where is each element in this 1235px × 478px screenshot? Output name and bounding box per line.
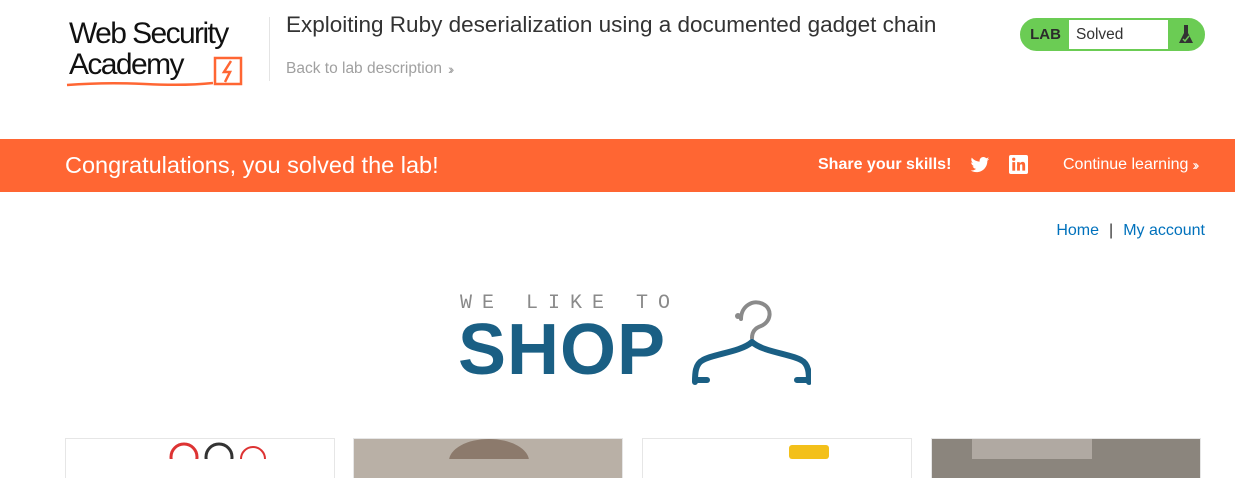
product-card[interactable] bbox=[353, 438, 623, 478]
lab-status-label: LAB bbox=[1030, 26, 1061, 43]
web-security-academy-logo[interactable]: Web Security Academy bbox=[65, 16, 270, 92]
product-image bbox=[932, 439, 1200, 459]
top-nav: Home | My account bbox=[1056, 222, 1205, 240]
product-image bbox=[789, 445, 829, 459]
lab-title: Exploiting Ruby deserialization using a … bbox=[286, 12, 937, 37]
header-divider bbox=[269, 17, 270, 81]
product-card[interactable] bbox=[65, 438, 335, 478]
logo-bolt-icon bbox=[213, 56, 243, 86]
product-image bbox=[354, 439, 622, 478]
flask-icon bbox=[1168, 20, 1203, 49]
lab-status-value: Solved bbox=[1069, 20, 1168, 49]
nav-separator: | bbox=[1109, 222, 1114, 239]
product-card[interactable] bbox=[931, 438, 1201, 478]
back-link-label: Back to lab description bbox=[286, 60, 442, 77]
home-link[interactable]: Home bbox=[1056, 222, 1099, 240]
solved-banner: Congratulations, you solved the lab! Sha… bbox=[0, 139, 1235, 192]
continue-learning-label: Continue learning bbox=[1063, 156, 1189, 173]
back-to-lab-description-link[interactable]: Back to lab description ›› bbox=[286, 60, 455, 78]
lab-header: Web Security Academy Exploiting Ruby des… bbox=[0, 0, 1235, 139]
chevrons-right-icon: ›› bbox=[447, 61, 455, 77]
continue-learning-link[interactable]: Continue learning ›› bbox=[1063, 156, 1199, 174]
share-skills-label: Share your skills! bbox=[818, 156, 952, 173]
hanger-icon bbox=[692, 300, 811, 385]
logo-line-1: Web Security bbox=[69, 17, 229, 50]
chevrons-right-icon: ›› bbox=[1192, 156, 1199, 174]
logo-line-2: Academy bbox=[69, 48, 184, 81]
logo-underline bbox=[66, 81, 214, 87]
congratulations-message: Congratulations, you solved the lab! bbox=[65, 152, 439, 178]
my-account-link[interactable]: My account bbox=[1123, 222, 1205, 240]
product-card[interactable] bbox=[642, 438, 912, 478]
twitter-icon[interactable] bbox=[970, 155, 990, 175]
product-image bbox=[169, 442, 266, 472]
linkedin-icon[interactable] bbox=[1009, 155, 1028, 174]
shop-logo: WE LIKE TO SHOP bbox=[458, 292, 813, 387]
logo-text: Web Security Academy bbox=[69, 17, 229, 81]
lab-status-widget: LAB Solved bbox=[1020, 18, 1205, 51]
shop-name: SHOP bbox=[458, 310, 667, 390]
